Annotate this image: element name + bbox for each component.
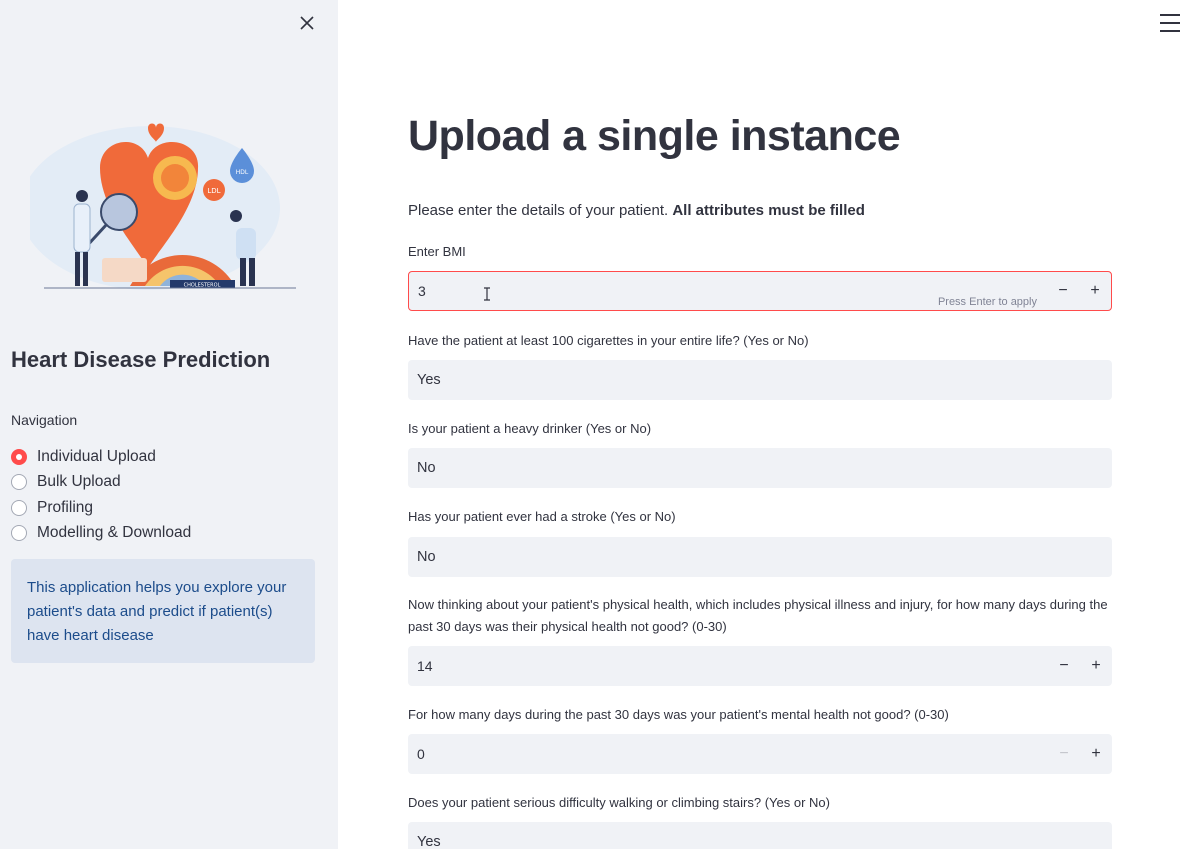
sidebar: CHOLESTEROL LDL HDL Heart Disease Predic… (0, 0, 338, 849)
stroke-select[interactable]: No (408, 537, 1112, 577)
drinker-select[interactable]: No (408, 448, 1112, 488)
mental-health-label: For how many days during the past 30 day… (408, 707, 949, 722)
radio-button[interactable] (11, 525, 27, 542)
smoking-label: Have the patient at least 100 cigarettes… (408, 333, 809, 348)
minus-icon[interactable]: − (1048, 734, 1080, 774)
nav-item-profiling[interactable]: Profiling (11, 495, 191, 521)
walking-label: Does your patient serious difficulty wal… (408, 795, 830, 810)
nav-item-label: Profiling (37, 498, 93, 516)
app-title: Heart Disease Prediction (11, 347, 271, 372)
heart-health-illustration: CHOLESTEROL LDL HDL (30, 123, 296, 290)
plus-icon[interactable]: + (1079, 272, 1111, 310)
intro-bold: All attributes must be filled (672, 202, 865, 219)
main-content: Upload a single instance Please enter th… (408, 0, 1112, 849)
radio-button-checked[interactable] (11, 448, 27, 465)
hdl-label: HDL (236, 169, 249, 176)
walking-select[interactable]: Yes (408, 822, 1112, 849)
radio-button[interactable] (11, 474, 27, 491)
smoking-select[interactable]: Yes (408, 360, 1112, 400)
nav-item-label: Individual Upload (37, 447, 156, 465)
radio-button[interactable] (11, 499, 27, 516)
nav-item-label: Bulk Upload (37, 473, 121, 491)
bmi-label: Enter BMI (408, 244, 466, 259)
press-enter-hint: Press Enter to apply (937, 296, 1037, 308)
intro-plain: Please enter the details of your patient… (408, 202, 673, 219)
nav-item-bulk-upload[interactable]: Bulk Upload (11, 470, 191, 496)
nav-item-individual-upload[interactable]: Individual Upload (11, 444, 191, 470)
navigation-label: Navigation (11, 412, 78, 428)
stroke-label: Has your patient ever had a stroke (Yes … (408, 509, 676, 524)
intro-text: Please enter the details of your patient… (408, 202, 865, 219)
plus-icon[interactable]: + (1080, 734, 1112, 774)
info-box: This application helps you explore your … (11, 559, 315, 663)
bmi-number-input[interactable]: Press Enter to apply − + (408, 271, 1112, 311)
ldl-label: LDL (207, 187, 220, 195)
text-cursor-icon (484, 287, 490, 301)
physical-health-field[interactable] (408, 646, 1048, 686)
page-title: Upload a single instance (408, 112, 901, 160)
nav-item-modelling-download[interactable]: Modelling & Download (11, 521, 191, 547)
mental-health-number-input[interactable]: − + (408, 734, 1112, 774)
navigation-radio-group: Individual Upload Bulk Upload Profiling … (11, 444, 191, 546)
physical-health-number-input[interactable]: − + (408, 646, 1112, 686)
mental-health-field[interactable] (408, 734, 1048, 774)
drinker-label: Is your patient a heavy drinker (Yes or … (408, 421, 652, 436)
close-sidebar-button[interactable] (296, 12, 318, 34)
physical-health-label: Now thinking about your patient's physic… (408, 597, 1108, 634)
nav-item-label: Modelling & Download (37, 524, 192, 542)
hamburger-menu-icon[interactable] (1160, 14, 1180, 32)
minus-icon[interactable]: − (1047, 272, 1079, 310)
minus-icon[interactable]: − (1048, 646, 1080, 686)
close-icon[interactable] (300, 16, 314, 30)
plus-icon[interactable]: + (1080, 646, 1112, 686)
